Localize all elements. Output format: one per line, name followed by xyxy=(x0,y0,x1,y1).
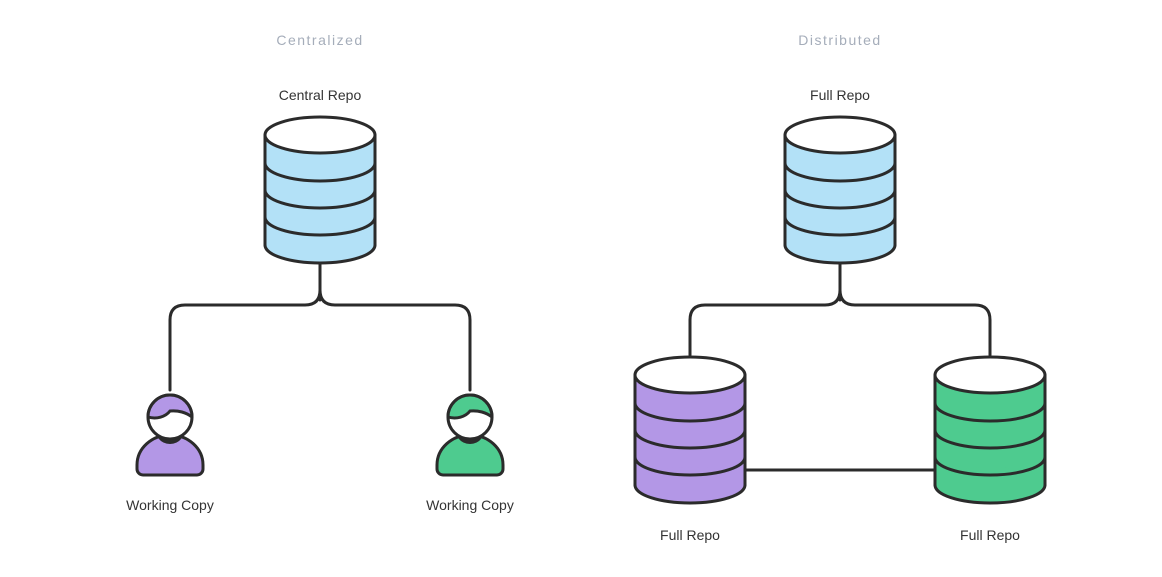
diagram-canvas: Centralized Central Repo Working Copy xyxy=(0,0,1162,577)
full-repo-right-label: Full Repo xyxy=(960,527,1020,543)
distributed-title: Distributed xyxy=(798,32,881,48)
connector-line xyxy=(170,263,470,390)
working-copy-right-label: Working Copy xyxy=(426,497,514,513)
database-icon xyxy=(935,357,1045,503)
database-icon xyxy=(635,357,745,503)
full-repo-left-label: Full Repo xyxy=(660,527,720,543)
centralized-diagram: Centralized Central Repo Working Copy xyxy=(126,32,514,513)
distributed-diagram: Distributed Full Repo xyxy=(635,32,1045,543)
user-icon xyxy=(137,395,203,475)
centralized-title: Centralized xyxy=(276,32,363,48)
user-icon xyxy=(437,395,503,475)
database-icon xyxy=(265,117,375,263)
working-copy-left-label: Working Copy xyxy=(126,497,214,513)
connector-line xyxy=(690,263,990,355)
database-icon xyxy=(785,117,895,263)
central-repo-label: Central Repo xyxy=(279,87,362,103)
full-repo-top-label: Full Repo xyxy=(810,87,870,103)
